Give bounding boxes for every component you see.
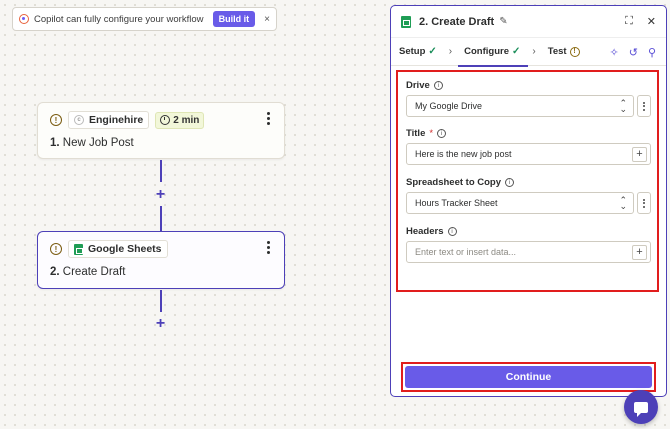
info-icon[interactable]: i [437,129,447,138]
field-label-text: Title [406,128,426,139]
sheets-icon [74,243,83,255]
info-icon[interactable]: i [505,178,515,187]
tab-setup[interactable]: Setup ✓ [399,38,437,66]
tab-test[interactable]: Test ! [548,38,580,66]
search-icon[interactable]: ⚲ [648,46,656,59]
field-options-kebab-icon[interactable] [637,192,651,214]
panel-tools: ✧ ↺ ⚲ [610,46,657,59]
tab-label: Setup [399,46,426,57]
sheets-icon [401,15,411,28]
step-editor-panel: 2. Create Draft ✎ ⛶ ✕ Setup ✓ › Configur… [390,5,667,397]
tab-label: Configure [464,46,509,57]
chevron-right-icon: › [532,46,536,57]
field-label-text: Headers [406,226,444,237]
close-icon[interactable]: × [264,14,270,25]
continue-button[interactable]: Continue [405,366,652,388]
info-icon[interactable]: i [447,227,457,236]
chevron-right-icon: › [448,46,453,57]
sparkle-icon[interactable]: ✧ [610,46,619,59]
panel-tabs: Setup ✓ › Configure ✓ › Test ! ✧ ↺ ⚲ [391,38,666,67]
chevron-updown-icon: ⌃ ⌄ [619,98,627,114]
headers-input[interactable]: Enter text or insert data... + [406,241,651,263]
field-label: Title * i [406,128,651,139]
field-label: Spreadsheet to Copy i [406,177,651,188]
field-options-kebab-icon[interactable] [637,95,651,117]
step-card-action[interactable]: ! Google Sheets 2. Create Draft [37,231,285,289]
copilot-banner-text: Copilot can fully configure your workflo… [34,13,204,25]
panel-title-text: 2. Create Draft [419,15,495,28]
warning-icon: ! [569,46,580,57]
drive-value: My Google Drive [415,101,483,111]
headers-placeholder: Enter text or insert data... [415,247,517,257]
app-chip: c Enginehire [68,111,150,129]
connector-line [160,160,162,182]
check-icon: ✓ [428,46,437,57]
panel-title: 2. Create Draft ✎ [419,16,617,28]
step-number: 2. [50,266,60,278]
field-label: Drive i [406,80,651,91]
chat-button[interactable] [624,390,658,424]
field-headers: Headers i Enter text or insert data... + [406,226,651,263]
field-drive: Drive i My Google Drive ⌃ ⌄ [406,80,651,117]
time-badge: 2 min [155,111,205,129]
field-spreadsheet: Spreadsheet to Copy i Hours Tracker Shee… [406,177,651,214]
step-number: 1. [50,137,60,149]
warning-icon: ! [50,114,62,126]
insert-data-plus-icon[interactable]: + [632,147,647,162]
check-icon: ✓ [511,46,521,57]
copilot-banner: Copilot can fully configure your workflo… [12,7,277,31]
title-input[interactable]: Here is the new job post + [406,143,651,165]
drive-select[interactable]: My Google Drive ⌃ ⌄ [406,95,634,117]
tab-label: Test [547,46,567,57]
step-card-trigger[interactable]: ! c Enginehire 2 min 1. New Job Post [37,102,285,159]
warning-icon: ! [50,243,62,255]
enginehire-logo-icon: c [74,115,84,125]
add-step-plus-icon[interactable]: + [153,187,168,203]
title-value: Here is the new job post [415,149,512,159]
close-panel-icon[interactable]: ✕ [647,15,656,28]
app-chip: Google Sheets [68,240,168,258]
build-it-button[interactable]: Build it [212,11,256,27]
pencil-icon[interactable]: ✎ [499,16,507,27]
copilot-sparkle-icon [19,14,29,24]
time-value: 2 min [173,114,200,126]
step-name: Create Draft [62,266,126,278]
chat-icon [634,401,648,417]
info-icon[interactable]: i [433,81,443,90]
field-title: Title * i Here is the new job post + [406,128,651,165]
continue-highlight: Continue [401,362,656,392]
insert-data-plus-icon[interactable]: + [632,245,647,260]
field-label-text: Drive [406,80,430,91]
expand-icon[interactable]: ⛶ [625,15,633,28]
configure-form: Drive i My Google Drive ⌃ ⌄ Title * i Her… [396,70,659,292]
tab-configure[interactable]: Configure ✓ [458,38,529,67]
undo-icon[interactable]: ↺ [629,46,638,59]
step-title: 1. New Job Post [50,137,134,149]
required-marker: * [429,128,434,139]
panel-header: 2. Create Draft ✎ ⛶ ✕ [391,6,666,38]
clock-icon [160,115,171,125]
kebab-icon[interactable] [267,241,270,254]
spreadsheet-select[interactable]: Hours Tracker Sheet ⌃ ⌄ [406,192,634,214]
field-label-text: Spreadsheet to Copy [406,177,502,188]
add-step-plus-icon[interactable]: + [153,316,168,332]
spreadsheet-value: Hours Tracker Sheet [415,198,498,208]
chevron-updown-icon: ⌃ ⌄ [619,195,627,211]
connector-line [160,206,162,231]
kebab-icon[interactable] [267,112,270,125]
step-title: 2. Create Draft [50,266,125,278]
app-name: Enginehire [89,114,144,126]
field-label: Headers i [406,226,651,237]
app-name: Google Sheets [88,243,162,255]
connector-line [160,290,162,312]
step-name: New Job Post [62,137,134,149]
